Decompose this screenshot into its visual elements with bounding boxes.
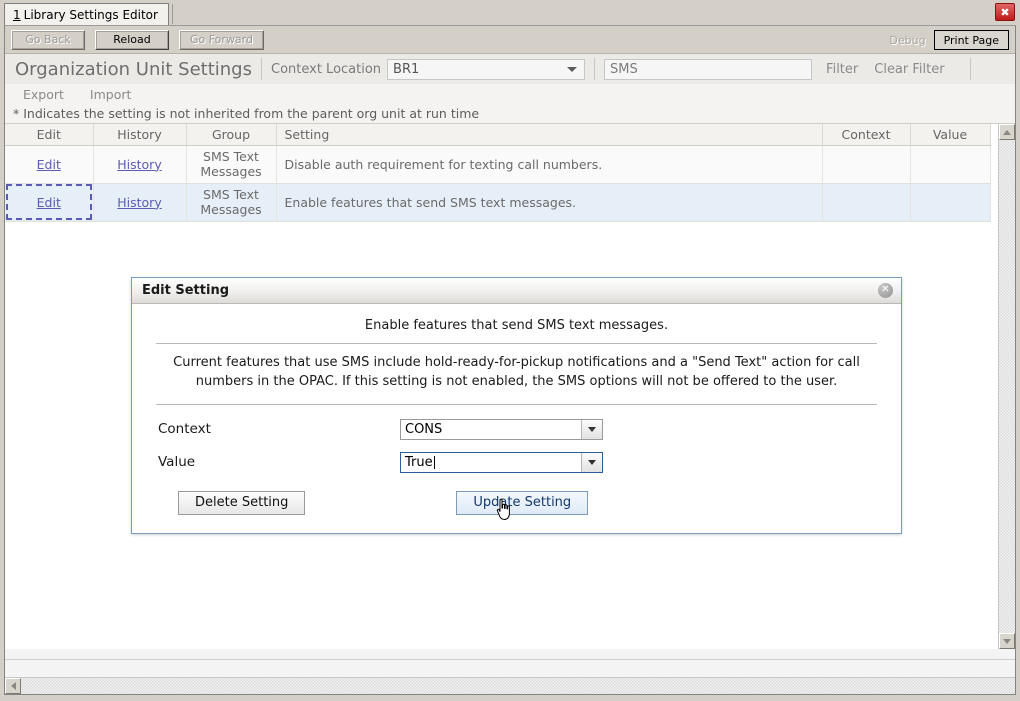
print-page-button[interactable]: Print Page xyxy=(933,30,1009,50)
scroll-left-button[interactable] xyxy=(5,678,21,694)
context-location-select[interactable]: BR1 xyxy=(387,58,586,80)
dialog-setting-name: Enable features that send SMS text messa… xyxy=(156,318,877,344)
scroll-down-button[interactable] xyxy=(999,633,1015,649)
tab-accelerator: 1 xyxy=(13,7,21,22)
column-header-edit: Edit xyxy=(5,124,94,146)
export-link[interactable]: Export xyxy=(23,87,64,102)
reload-button[interactable]: Reload xyxy=(95,29,169,50)
filter-input[interactable]: SMS xyxy=(604,58,813,80)
column-header-setting: Setting xyxy=(276,124,823,146)
tab-label: Library Settings Editor xyxy=(23,7,158,22)
history-link[interactable]: History xyxy=(117,195,161,210)
cell-group: SMS Text Messages xyxy=(186,183,277,222)
context-location-value: BR1 xyxy=(393,61,420,77)
column-header-value: Value xyxy=(910,124,991,146)
dialog-value-combobox[interactable]: True xyxy=(400,451,603,473)
inheritance-note: * Indicates the setting is not inherited… xyxy=(5,104,1015,124)
page-header-bar: Organization Unit Settings Context Locat… xyxy=(5,54,1015,84)
import-link[interactable]: Import xyxy=(90,87,132,102)
table-row[interactable]: Edit History SMS Text Messages Disable a… xyxy=(5,145,991,184)
cell-history[interactable]: History xyxy=(93,183,187,222)
go-back-button[interactable]: Go Back xyxy=(11,29,85,50)
settings-table: Edit History Group Setting Context Value… xyxy=(5,124,991,222)
horizontal-scrollbar[interactable] xyxy=(5,677,1015,694)
cell-setting: Disable auth requirement for texting cal… xyxy=(276,145,823,184)
dialog-value-label: Value xyxy=(158,454,196,471)
main-frame: Go Back Reload Go Forward Debug Print Pa… xyxy=(4,25,1016,695)
application-window: 1 Library Settings Editor ✖ Go Back Relo… xyxy=(0,0,1020,701)
navigation-toolbar: Go Back Reload Go Forward Debug Print Pa… xyxy=(5,26,1015,54)
navigation-toolbar-right: Debug Print Page xyxy=(889,26,1009,54)
dialog-context-value: CONS xyxy=(405,421,443,437)
export-import-row: Export Import xyxy=(5,84,1015,104)
triangle-down-icon xyxy=(1003,638,1011,644)
dialog-close-icon[interactable]: ✕ xyxy=(878,282,893,298)
triangle-left-icon xyxy=(10,682,16,690)
cell-edit[interactable]: Edit xyxy=(5,183,94,222)
chevron-down-icon xyxy=(581,419,602,439)
cell-edit[interactable]: Edit xyxy=(5,145,94,184)
dialog-button-row: Delete Setting Update Setting xyxy=(156,490,877,515)
table-header-row: Edit History Group Setting Context Value xyxy=(5,124,991,146)
dialog-context-label: Context xyxy=(158,421,211,438)
column-header-history: History xyxy=(93,124,187,146)
dialog-body: Enable features that send SMS text messa… xyxy=(132,304,901,533)
dialog-context-select[interactable]: CONS xyxy=(400,418,603,440)
filter-button[interactable]: Filter xyxy=(826,62,858,77)
column-header-context: Context xyxy=(822,124,911,146)
tab-divider xyxy=(171,4,173,24)
edit-link[interactable]: Edit xyxy=(37,195,61,210)
history-link[interactable]: History xyxy=(117,157,161,172)
dialog-context-row: Context CONS xyxy=(156,418,877,440)
edit-link[interactable]: Edit xyxy=(37,157,61,172)
debug-label: Debug xyxy=(889,33,926,47)
cell-setting: Enable features that send SMS text messa… xyxy=(276,183,823,222)
header-divider-1 xyxy=(261,58,262,80)
bottom-filler xyxy=(5,659,1015,694)
cell-context xyxy=(822,183,911,222)
dialog-title-bar: Edit Setting ✕ xyxy=(132,278,901,304)
delete-setting-button[interactable]: Delete Setting xyxy=(178,490,306,515)
dialog-setting-description: Current features that use SMS include ho… xyxy=(156,354,877,405)
window-close-icon[interactable]: ✖ xyxy=(995,3,1015,21)
cell-group: SMS Text Messages xyxy=(186,145,277,184)
dialog-title: Edit Setting xyxy=(142,283,230,298)
vertical-scrollbar[interactable] xyxy=(998,124,1015,649)
scroll-up-button[interactable] xyxy=(999,124,1015,140)
chevron-down-icon xyxy=(567,67,578,72)
tab-library-settings-editor[interactable]: 1 Library Settings Editor xyxy=(4,3,169,25)
dialog-value-text: True xyxy=(405,454,433,470)
header-divider-2 xyxy=(594,58,596,80)
edit-setting-dialog: Edit Setting ✕ Enable features that send… xyxy=(131,277,902,534)
cell-value xyxy=(910,183,991,222)
column-header-group: Group xyxy=(186,124,277,146)
page-title: Organization Unit Settings xyxy=(15,58,252,80)
tab-strip: 1 Library Settings Editor ✖ xyxy=(0,0,1020,25)
go-forward-button[interactable]: Go Forward xyxy=(179,29,264,50)
text-cursor xyxy=(433,455,435,469)
cell-context xyxy=(822,145,911,184)
context-location-label: Context Location xyxy=(271,61,382,77)
dialog-value-row: Value True xyxy=(156,451,877,473)
clear-filter-button[interactable]: Clear Filter xyxy=(874,62,944,77)
header-divider-3 xyxy=(969,58,971,80)
chevron-down-icon xyxy=(581,452,602,472)
cell-history[interactable]: History xyxy=(93,145,187,184)
update-setting-button[interactable]: Update Setting xyxy=(456,490,589,515)
triangle-up-icon xyxy=(1003,129,1011,135)
cell-value xyxy=(910,145,991,184)
table-row[interactable]: Edit History SMS Text Messages Enable fe… xyxy=(5,183,991,222)
